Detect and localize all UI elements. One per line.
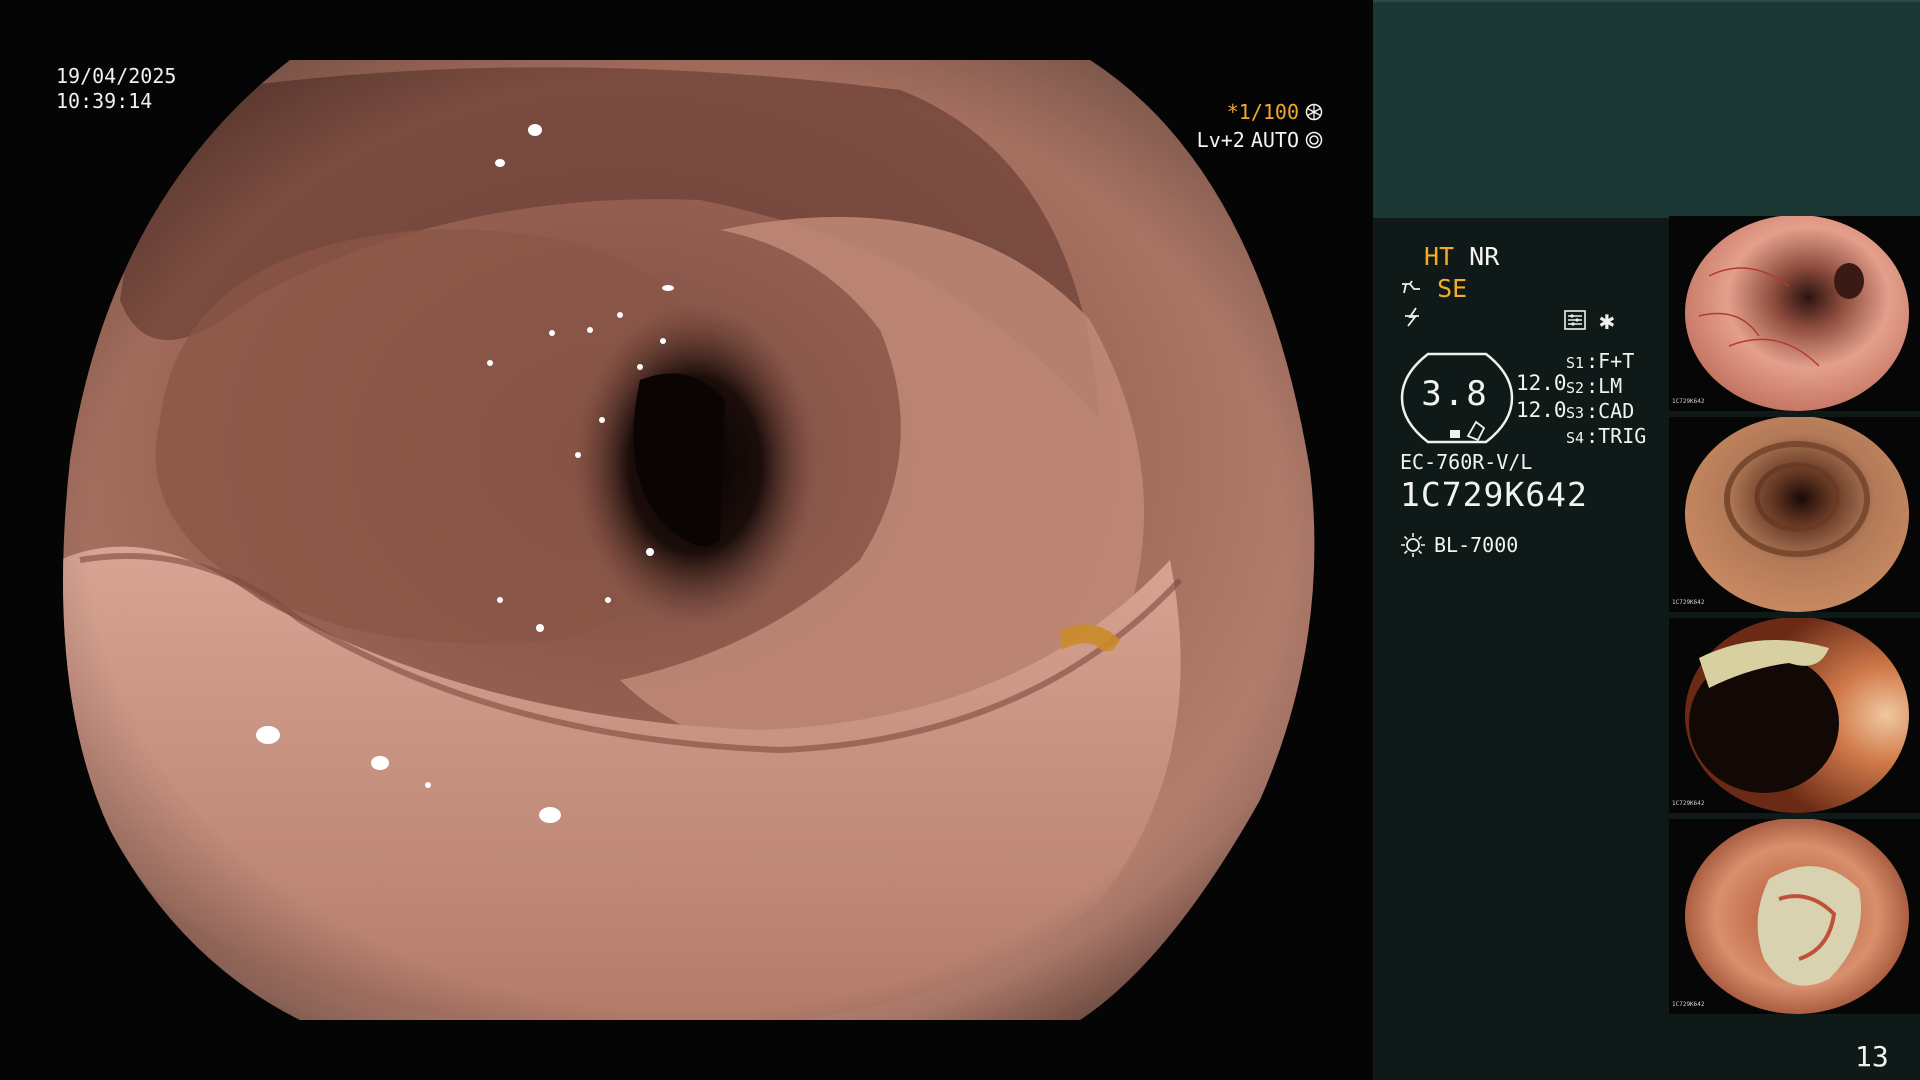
shutter-speed: *1/100 bbox=[1226, 100, 1299, 124]
gauge-bottom-value: 12.0 bbox=[1516, 398, 1567, 422]
thumbnail-4-image bbox=[1685, 819, 1909, 1014]
thumbnail-4[interactable]: 1C729K642 bbox=[1669, 819, 1920, 1014]
flash-icon bbox=[1405, 307, 1419, 327]
thumbnail-1-image bbox=[1685, 216, 1909, 411]
mode-se: SE bbox=[1400, 274, 1467, 303]
iris-icon bbox=[1305, 131, 1323, 149]
gauge-value: 3.8 bbox=[1421, 374, 1489, 414]
enhance-icon bbox=[1402, 280, 1420, 294]
switch-1-key: S1 bbox=[1566, 354, 1585, 372]
switch-3-value: CAD bbox=[1598, 399, 1635, 423]
light-source: BL-7000 bbox=[1400, 532, 1518, 558]
thumbnail-2[interactable]: 1C729K642 bbox=[1669, 417, 1920, 612]
panel-header-block bbox=[1373, 0, 1920, 218]
endoscope-view: 19/04/2025 10:39:14 *1/100 Lv+2 AUTO bbox=[0, 0, 1373, 1080]
flash-indicator bbox=[1402, 305, 1422, 334]
mode-nr-label: NR bbox=[1469, 242, 1500, 271]
thumbnail-2-image bbox=[1685, 417, 1909, 612]
iris-mode: AUTO bbox=[1250, 128, 1299, 152]
endoscopic-image bbox=[63, 60, 1315, 1020]
page-number: 13 bbox=[1855, 1040, 1889, 1073]
date-text: 19/04/2025 bbox=[56, 64, 177, 88]
panel-info-area bbox=[1373, 216, 1670, 1080]
switch-3-key: S3 bbox=[1566, 404, 1585, 422]
switch-2-value: LM bbox=[1598, 374, 1623, 398]
capture-settings: *1/100 Lv+2 AUTO bbox=[1197, 98, 1323, 154]
thumbnail-3[interactable]: 1C729K642 bbox=[1669, 618, 1920, 813]
asterisk-icon: ✱ bbox=[1599, 306, 1615, 336]
switch-2-key: S2 bbox=[1566, 379, 1585, 397]
aperture-icon bbox=[1305, 103, 1323, 121]
thumbnail-1[interactable]: 1C729K642 bbox=[1669, 216, 1920, 411]
thumbnail-1-id: 1C729K642 bbox=[1672, 398, 1705, 405]
switch-4-value: TRIG bbox=[1598, 424, 1647, 448]
switch-4: S4:TRIG bbox=[1566, 424, 1647, 448]
switch-1: S1:F+T bbox=[1566, 349, 1635, 373]
thumbnail-4-id: 1C729K642 bbox=[1672, 1001, 1705, 1008]
gauge-top-value: 12.0 bbox=[1516, 371, 1567, 395]
time-text: 10:39:14 bbox=[56, 89, 153, 113]
switch-2: S2:LM bbox=[1566, 374, 1623, 398]
mode-ht-nr: HT NR bbox=[1424, 242, 1499, 271]
settings-list-icon bbox=[1564, 310, 1586, 330]
mode-ht-label: HT bbox=[1424, 242, 1455, 271]
lamp-icon bbox=[1401, 533, 1425, 557]
switch-1-value: F+T bbox=[1598, 349, 1635, 373]
thumbnail-3-image bbox=[1685, 618, 1909, 813]
light-source-label: BL-7000 bbox=[1434, 533, 1519, 557]
thumbnail-2-id: 1C729K642 bbox=[1672, 599, 1705, 606]
brightness-level: Lv+2 bbox=[1196, 128, 1245, 152]
switch-3: S3:CAD bbox=[1566, 399, 1635, 423]
mode-se-label: SE bbox=[1437, 274, 1468, 303]
thumbnail-3-id: 1C729K642 bbox=[1672, 800, 1705, 807]
scope-model: EC-760R-V/L bbox=[1400, 450, 1533, 474]
serial-number: 1C729K642 bbox=[1400, 475, 1588, 514]
datetime-stamp: 19/04/2025 10:39:14 bbox=[56, 64, 176, 114]
switch-4-key: S4 bbox=[1566, 429, 1585, 447]
